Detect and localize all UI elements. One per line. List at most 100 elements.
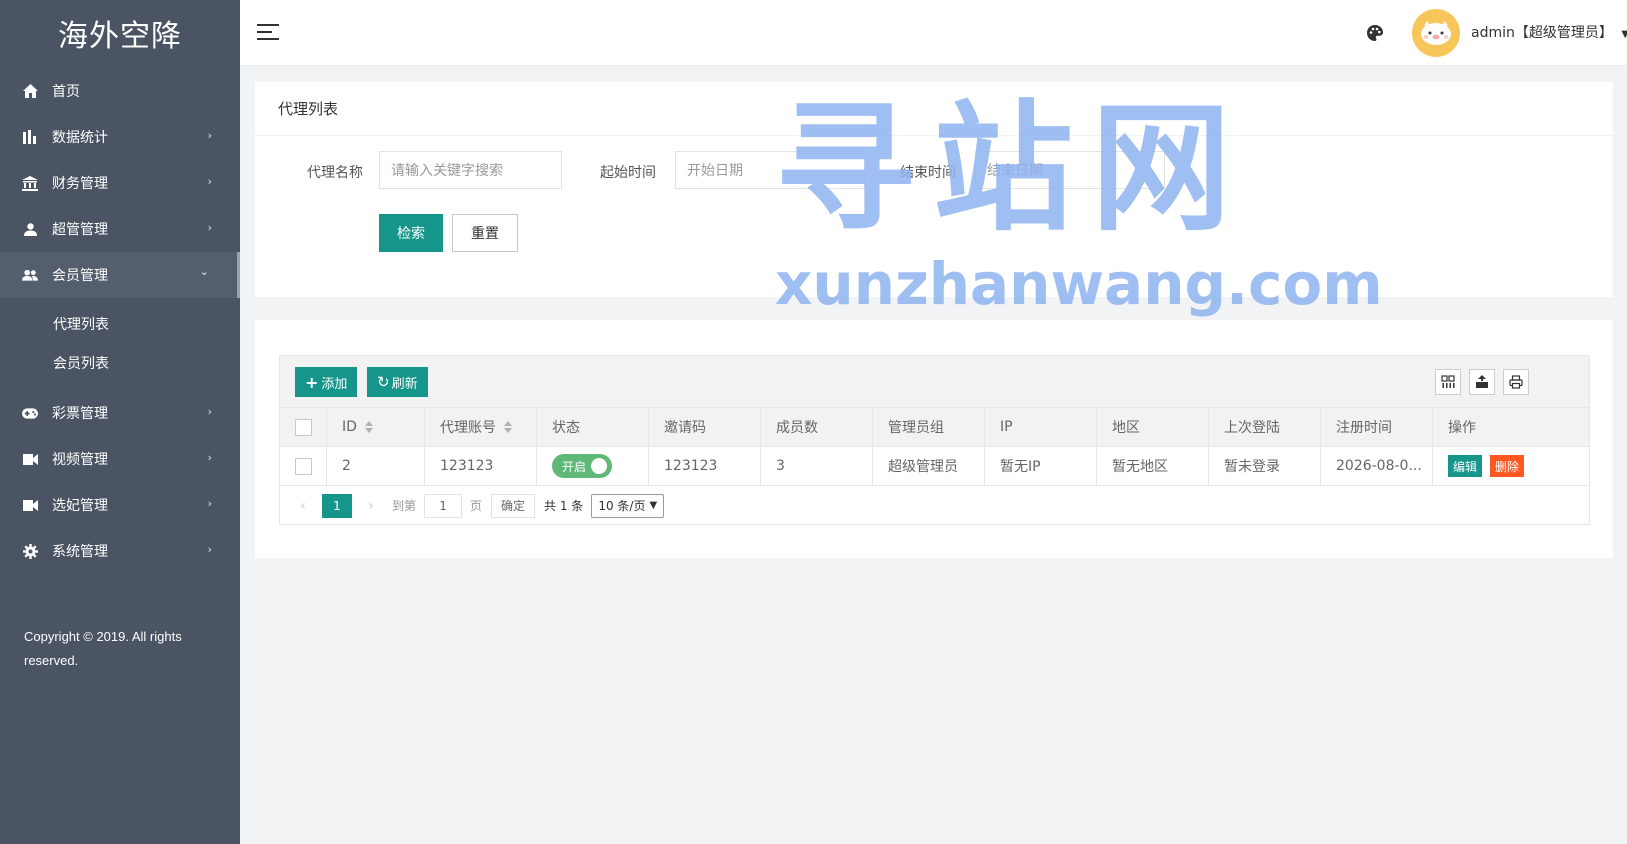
sidebar-subitem-agent-list[interactable]: 代理列表 xyxy=(0,304,240,343)
cell-id: 2 xyxy=(327,447,425,485)
sidebar-item-selection[interactable]: 选妃管理 › xyxy=(0,482,240,528)
toggle-knob xyxy=(591,458,607,474)
palette-icon[interactable] xyxy=(1365,23,1385,43)
sidebar-item-label: 会员管理 xyxy=(52,268,108,284)
chevron-down-icon: ▼ xyxy=(649,500,658,511)
sidebar-item-home[interactable]: 首页 xyxy=(0,68,240,114)
total-count: 共 1 条 xyxy=(544,499,584,513)
menu-toggle-icon[interactable] xyxy=(257,24,279,42)
column-header-ip: IP xyxy=(985,408,1097,446)
columns-filter-icon[interactable] xyxy=(1435,369,1461,395)
status-toggle[interactable]: 开启 xyxy=(552,454,612,478)
next-page-icon[interactable]: › xyxy=(358,498,384,514)
chevron-right-icon: › xyxy=(207,451,212,464)
column-label: 代理账号 xyxy=(440,420,496,436)
goto-label: 到第 xyxy=(392,499,417,513)
delete-button[interactable]: 删除 xyxy=(1490,455,1525,477)
sidebar-subitem-member-list[interactable]: 会员列表 xyxy=(0,343,240,382)
brand-title: 海外空降 xyxy=(58,19,182,54)
start-time-label: 起始时间 xyxy=(600,165,656,181)
print-icon[interactable] xyxy=(1503,369,1529,395)
refresh-icon: ↻ xyxy=(377,373,390,391)
sidebar-item-statistics[interactable]: 数据统计 › xyxy=(0,114,240,160)
reset-button[interactable]: 重置 xyxy=(452,214,518,252)
page-current[interactable]: 1 xyxy=(322,493,352,518)
agent-name-input[interactable]: 请输入关键字搜索 xyxy=(379,151,562,189)
table-header: ID 代理账号 状态 邀请码 成员数 管理员组 IP 地区 上次登陆 注册时间 … xyxy=(280,408,1589,447)
cell-members: 3 xyxy=(761,447,873,485)
cell-last-login: 暂未登录 xyxy=(1209,447,1321,485)
goto-confirm-button[interactable]: 确定 xyxy=(491,493,536,518)
column-header-group: 管理员组 xyxy=(873,408,985,446)
export-icon[interactable] xyxy=(1469,369,1495,395)
chevron-right-icon: › xyxy=(207,221,212,234)
column-label: ID xyxy=(342,419,357,435)
page-size-value: 10 条/页 xyxy=(598,499,646,513)
sidebar-item-label: 选妃管理 xyxy=(52,498,108,514)
search-button[interactable]: 检索 xyxy=(379,214,443,252)
gamepad-icon xyxy=(22,405,38,421)
start-date-placeholder: 开始日期 xyxy=(687,163,743,179)
plus-icon: + xyxy=(305,372,319,392)
sort-icon[interactable] xyxy=(504,421,513,433)
cell-invite: 123123 xyxy=(649,447,761,485)
user-menu[interactable]: admin【超级管理员】 ▼ xyxy=(1471,22,1627,42)
cell-actions: 编辑 删除 xyxy=(1433,447,1549,485)
users-icon xyxy=(22,267,38,283)
row-checkbox-cell xyxy=(280,447,327,485)
header-checkbox-cell xyxy=(280,408,327,446)
cell-group: 超级管理员 xyxy=(873,447,985,485)
status-toggle-label: 开启 xyxy=(562,459,587,474)
sidebar-item-label: 数据统计 xyxy=(52,130,108,146)
add-button-label: 添加 xyxy=(321,376,348,392)
row-checkbox[interactable] xyxy=(295,457,312,475)
table-row: 2 123123 开启 123123 3 超级管理员 暂无IP 暂无地区 暂未登… xyxy=(280,447,1589,486)
page-size-select[interactable]: 10 条/页 ▼ xyxy=(591,493,665,518)
agent-name-placeholder: 请输入关键字搜索 xyxy=(391,163,503,179)
column-header-last-login: 上次登陆 xyxy=(1209,408,1321,446)
sidebar-item-admin[interactable]: 超管管理 › xyxy=(0,206,240,252)
chevron-right-icon: › xyxy=(207,543,212,556)
pagination: ‹ 1 › 到第 1 页 确定 共 1 条 10 条/页 ▼ xyxy=(280,487,1589,524)
sidebar-subitem-label: 会员列表 xyxy=(53,355,109,372)
edit-button[interactable]: 编辑 xyxy=(1448,455,1483,477)
video-icon xyxy=(22,451,38,467)
sort-icon[interactable] xyxy=(364,421,374,433)
sidebar-item-label: 视频管理 xyxy=(52,452,108,468)
sidebar-item-label: 超管管理 xyxy=(52,222,108,238)
cell-reg-time: 2026-08-0... xyxy=(1321,447,1433,485)
bank-icon xyxy=(22,175,38,191)
chevron-down-icon: ⌄ xyxy=(199,265,209,278)
column-header-region: 地区 xyxy=(1097,408,1209,446)
sidebar-item-system[interactable]: 系统管理 › xyxy=(0,528,240,574)
sidebar-item-label: 首页 xyxy=(52,84,80,100)
refresh-button[interactable]: ↻ 刷新 xyxy=(367,367,428,397)
chevron-right-icon: › xyxy=(207,405,212,418)
add-button[interactable]: + 添加 xyxy=(295,367,358,397)
data-table: + 添加 ↻ 刷新 ID 代理账号 状态 邀请码 成员数 管理员组 IP 地区 … xyxy=(279,355,1590,525)
chevron-right-icon: › xyxy=(207,497,212,510)
table-toolbar: + 添加 ↻ 刷新 xyxy=(280,356,1589,408)
cell-region: 暂无地区 xyxy=(1097,447,1209,485)
watermark-cn: 寻站网 xyxy=(775,88,1250,251)
cell-ip: 暂无IP xyxy=(985,447,1097,485)
sidebar-item-video[interactable]: 视频管理 › xyxy=(0,436,240,482)
home-icon xyxy=(22,83,38,99)
prev-page-icon[interactable]: ‹ xyxy=(290,498,316,514)
sidebar: 海外空降 首页 数据统计 › 财务管理 › 超管管理 › 会员管理 ⌄ 代理列表… xyxy=(0,0,240,844)
goto-page-input[interactable]: 1 xyxy=(424,493,463,518)
sidebar-item-lottery[interactable]: 彩票管理 › xyxy=(0,390,240,436)
chevron-right-icon: › xyxy=(207,175,212,188)
gear-icon xyxy=(22,543,38,559)
column-header-account[interactable]: 代理账号 xyxy=(425,408,537,446)
sidebar-item-members[interactable]: 会员管理 ⌄ xyxy=(0,252,240,298)
user-name-label: admin【超级管理员】 xyxy=(1471,25,1613,41)
select-all-checkbox[interactable] xyxy=(295,418,312,436)
avatar[interactable] xyxy=(1412,9,1460,57)
column-header-invite: 邀请码 xyxy=(649,408,761,446)
sidebar-item-finance[interactable]: 财务管理 › xyxy=(0,160,240,206)
refresh-button-label: 刷新 xyxy=(391,376,418,392)
column-header-id[interactable]: ID xyxy=(327,408,425,446)
cell-account: 123123 xyxy=(425,447,537,485)
column-header-actions: 操作 xyxy=(1448,420,1476,436)
